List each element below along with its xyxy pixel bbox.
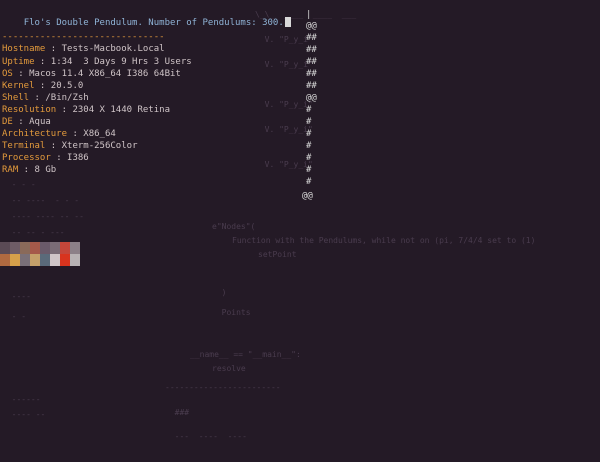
color-swatch [10, 254, 20, 266]
text-cursor [284, 17, 291, 27]
color-swatch [50, 242, 60, 254]
pendulum-string-segment: # [306, 165, 312, 175]
pendulum-arm-segment: ## [306, 57, 317, 67]
color-swatch [60, 254, 70, 266]
ghost-code-line: -- -- - --- [2, 228, 65, 237]
info-row-resolution: Resolution : 2304 X 1440 Retina [2, 105, 170, 115]
pendulum-bob: @@ [302, 191, 313, 201]
pendulum-joint: @@ [306, 93, 317, 103]
color-swatch [10, 242, 20, 254]
ghost-code-line: ------ [2, 395, 41, 404]
ghost-code-line: setPoint [258, 250, 297, 259]
color-swatch [60, 242, 70, 254]
pendulum-string-segment: # [306, 117, 312, 127]
color-swatch [50, 254, 60, 266]
color-swatch [0, 242, 10, 254]
pendulum-pivot-ring: @@ [306, 21, 317, 31]
ghost-code-line: - - - [2, 180, 36, 189]
ghost-code-line: -- ---- - - - [2, 196, 80, 205]
ghost-code-line: ---- -- [2, 410, 46, 419]
ghost-code-line: ---- [2, 292, 31, 301]
terminal-window[interactable]: \_\_ ____ ____ ___ V. "P_y_i" V. "P_y_i"… [0, 0, 600, 462]
info-row-kernel: Kernel : 20.5.0 [2, 81, 84, 91]
info-row-architecture: Architecture : X86_64 [2, 129, 116, 139]
ghost-code-line: ### [165, 408, 190, 417]
ghost-code-line: ) [212, 288, 227, 297]
info-row-uptime: Uptime : 1:34 3 Days 9 Hrs 3 Users [2, 57, 192, 67]
pendulum-string-segment: # [306, 105, 312, 115]
color-swatch [70, 254, 80, 266]
color-swatch [40, 242, 50, 254]
ghost-code-line: __name__ == "__main__": [190, 350, 301, 359]
color-swatch [0, 254, 10, 266]
ghost-code-line: ---- ---- -- -- [2, 212, 84, 221]
ghost-code-line: ------------------------ [165, 383, 281, 392]
pendulum-string-segment: # [306, 129, 312, 139]
ghost-code-line: - - [2, 312, 27, 321]
color-swatch [70, 242, 80, 254]
pendulum-string-segment: # [306, 153, 312, 163]
title-text: Flo's Double Pendulum. Number of Pendulu… [23, 18, 284, 28]
info-row-de: DE : Aqua [2, 117, 51, 127]
pendulum-string-segment: # [306, 141, 312, 151]
info-row-terminal: Terminal : Xterm-256Color [2, 141, 138, 151]
info-row-ram: RAM : 8 Gb [2, 165, 57, 175]
info-row-processor: Processor : I386 [2, 153, 89, 163]
pendulum-string-segment: # [306, 177, 312, 187]
ghost-code-line: resolve [212, 364, 246, 373]
pendulum-arm-segment: ## [306, 33, 317, 43]
info-row-os: OS : Macos 11.4 X86_64 I386 64Bit [2, 69, 181, 79]
ghost-code-line: --- ---- ---- [165, 432, 247, 441]
color-swatch [40, 254, 50, 266]
color-swatch [20, 254, 30, 266]
info-separator: ------------------------------ [2, 32, 165, 42]
pendulum-arm-segment: ## [306, 81, 317, 91]
ghost-code-line: e"Nodes"( [212, 222, 256, 231]
color-swatch-row-1 [0, 242, 80, 254]
color-swatch [30, 254, 40, 266]
color-swatch [20, 242, 30, 254]
ghost-code-line: Points [212, 308, 251, 317]
ghost-code-line: V. "P_y_i" [255, 100, 313, 109]
ghost-code-line: V. "P_y_i" [255, 160, 313, 169]
ghost-code-line: Function with the Pendulums, while not o… [232, 236, 536, 245]
pendulum-arm-segment: ## [306, 69, 317, 79]
ghost-code-line: V. "P_y_i" [255, 125, 313, 134]
color-swatch [30, 242, 40, 254]
color-swatch-row-2 [0, 254, 80, 266]
info-row-shell: Shell : /Bin/Zsh [2, 93, 89, 103]
info-row-hostname: Hostname : Tests-Macbook.Local [2, 44, 165, 54]
ghost-code-line: V. "P_y_i" [255, 60, 313, 69]
pendulum-arm-segment: ## [306, 45, 317, 55]
